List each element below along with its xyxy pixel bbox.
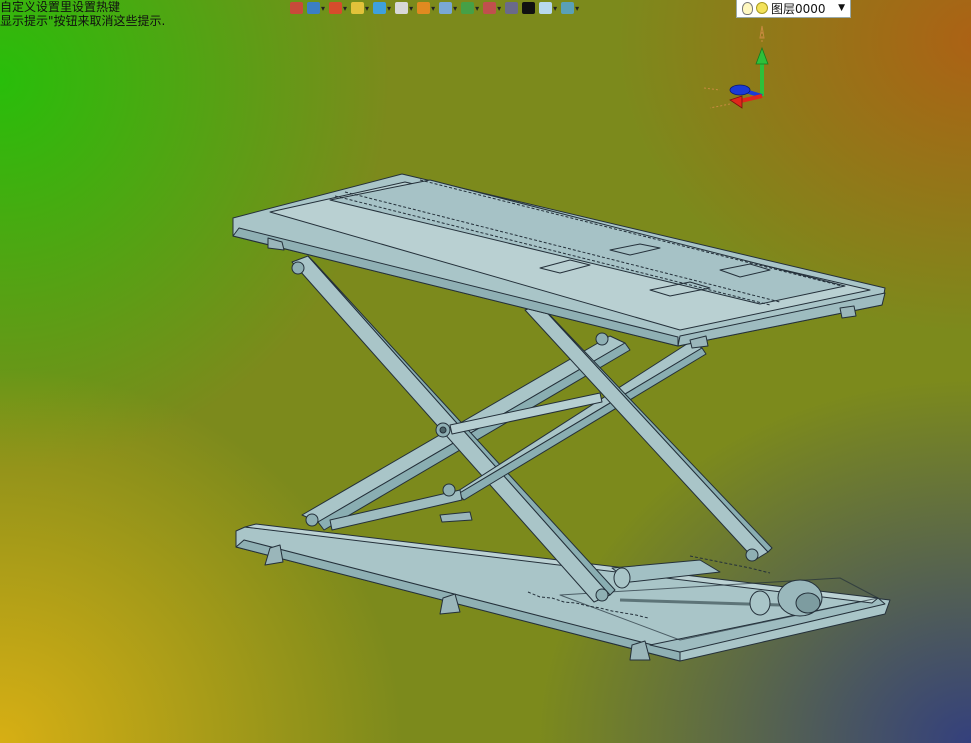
scissor-lift-model[interactable] <box>0 0 971 743</box>
hydraulic-cylinder[interactable] <box>329 392 603 531</box>
platform-frame[interactable] <box>232 173 886 349</box>
cad-viewport[interactable]: 自定义设置里设置热键 显示提示"按钮来取消这些提示. ▾ ▾ ▾ ▾ ▾ ▾ ▾ ▾ ▾ ▾ ▾ 图… <box>0 0 971 743</box>
